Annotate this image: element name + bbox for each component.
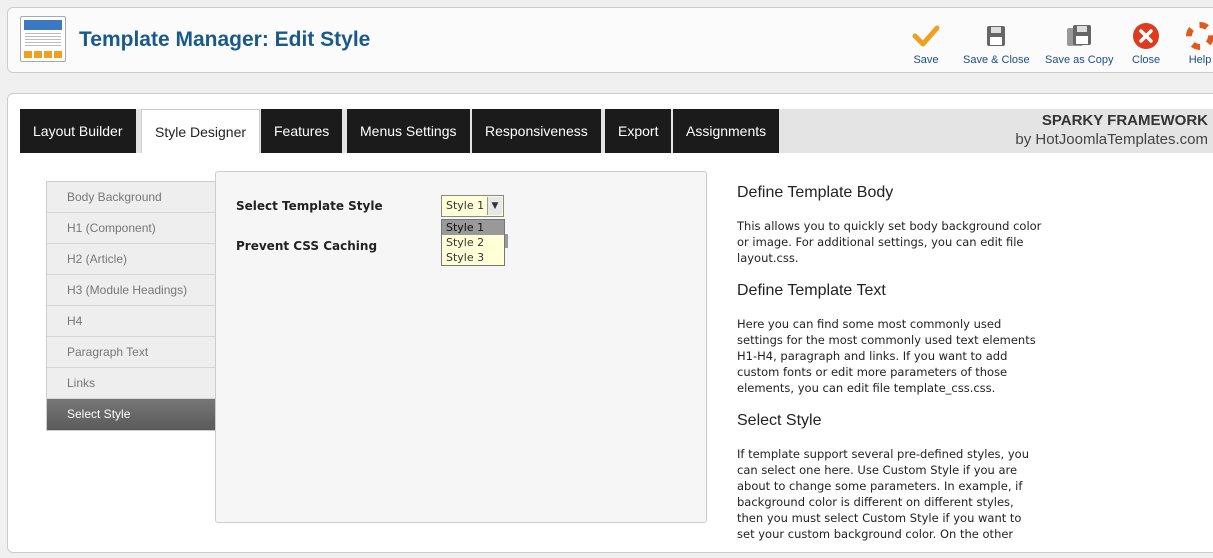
floppy-icon	[987, 26, 1006, 46]
menu-item-h3[interactable]: H3 (Module Headings)	[47, 275, 215, 306]
tab-responsiveness[interactable]: Responsiveness	[472, 109, 601, 153]
tab-features[interactable]: Features	[261, 109, 343, 153]
close-circle-icon	[1133, 23, 1160, 49]
brand-subtitle: by HotJoomlaTemplates.com	[1015, 131, 1208, 148]
save-button[interactable]: Save	[912, 22, 940, 66]
tab-style-designer[interactable]: Style Designer	[141, 109, 261, 153]
select-shadow	[505, 234, 508, 248]
menu-item-h1[interactable]: H1 (Component)	[47, 213, 215, 244]
tab-export[interactable]: Export	[605, 109, 672, 153]
page-title: Template Manager: Edit Style	[79, 28, 371, 51]
save-as-copy-button[interactable]: Save as Copy	[1045, 22, 1113, 66]
dropdown-option-style-2[interactable]: Style 2	[442, 235, 504, 250]
help-button[interactable]: Help	[1186, 22, 1213, 66]
select-template-style-label: Select Template Style	[236, 199, 383, 213]
menu-item-body-background[interactable]: Body Background	[47, 182, 215, 213]
save-label: Save	[913, 54, 939, 66]
brand-title: SPARKY FRAMEWORK	[1041, 112, 1208, 129]
tab-menus-settings[interactable]: Menus Settings	[347, 109, 470, 153]
dropdown-option-style-3[interactable]: Style 3	[442, 250, 504, 265]
chevron-down-icon[interactable]: ▼	[487, 197, 502, 215]
lifebuoy-icon	[1186, 22, 1213, 50]
tab-layout-builder[interactable]: Layout Builder	[20, 109, 136, 153]
menu-item-links[interactable]: Links	[47, 368, 215, 399]
menu-item-h4[interactable]: H4	[47, 306, 215, 337]
menu-item-select-style[interactable]: Select Style	[47, 399, 215, 430]
header-toolbar: Template Manager: Edit Style Save Save &…	[7, 7, 1213, 73]
floppy-copy-icon	[1067, 25, 1092, 46]
save-close-button[interactable]: Save & Close	[963, 22, 1030, 66]
heading-define-template-body: Define Template Body	[737, 184, 894, 201]
dropdown-option-style-1[interactable]: Style 1	[442, 220, 504, 235]
heading-define-template-text: Define Template Text	[737, 282, 886, 299]
help-label: Help	[1188, 54, 1212, 66]
text-select-style: If template support several pre-defined …	[737, 447, 1029, 541]
help-descriptions: Define Template Body This allows you to …	[737, 184, 1042, 558]
save-close-label: Save & Close	[963, 54, 1030, 66]
close-button[interactable]: Close	[1132, 22, 1160, 66]
template-manager-icon	[20, 16, 66, 62]
template-style-select[interactable]: Style 1 ▼	[441, 195, 504, 217]
save-as-copy-label: Save as Copy	[1045, 54, 1114, 66]
tab-strip: Layout Builder Style Designer Features M…	[20, 109, 1213, 153]
style-section-menu: Body Background H1 (Component) H2 (Artic…	[46, 181, 216, 431]
heading-select-style: Select Style	[737, 412, 822, 429]
prevent-css-caching-label: Prevent CSS Caching	[236, 239, 378, 253]
tab-assignments[interactable]: Assignments	[673, 109, 780, 153]
select-value: Style 1	[446, 199, 485, 212]
close-label: Close	[1132, 54, 1161, 66]
checkmark-icon	[912, 25, 940, 47]
style-editor-panel: Layout Builder Style Designer Features M…	[7, 93, 1213, 553]
style-form-panel: Select Template Style Prevent CSS Cachin…	[215, 171, 707, 523]
menu-item-h2[interactable]: H2 (Article)	[47, 244, 215, 275]
text-define-template-body: This allows you to quickly set body back…	[737, 219, 1042, 265]
menu-item-paragraph-text[interactable]: Paragraph Text	[47, 337, 215, 368]
text-define-template-text: Here you can find some most commonly use…	[737, 317, 1036, 395]
style-dropdown-list: Style 1 Style 2 Style 3	[441, 219, 505, 266]
